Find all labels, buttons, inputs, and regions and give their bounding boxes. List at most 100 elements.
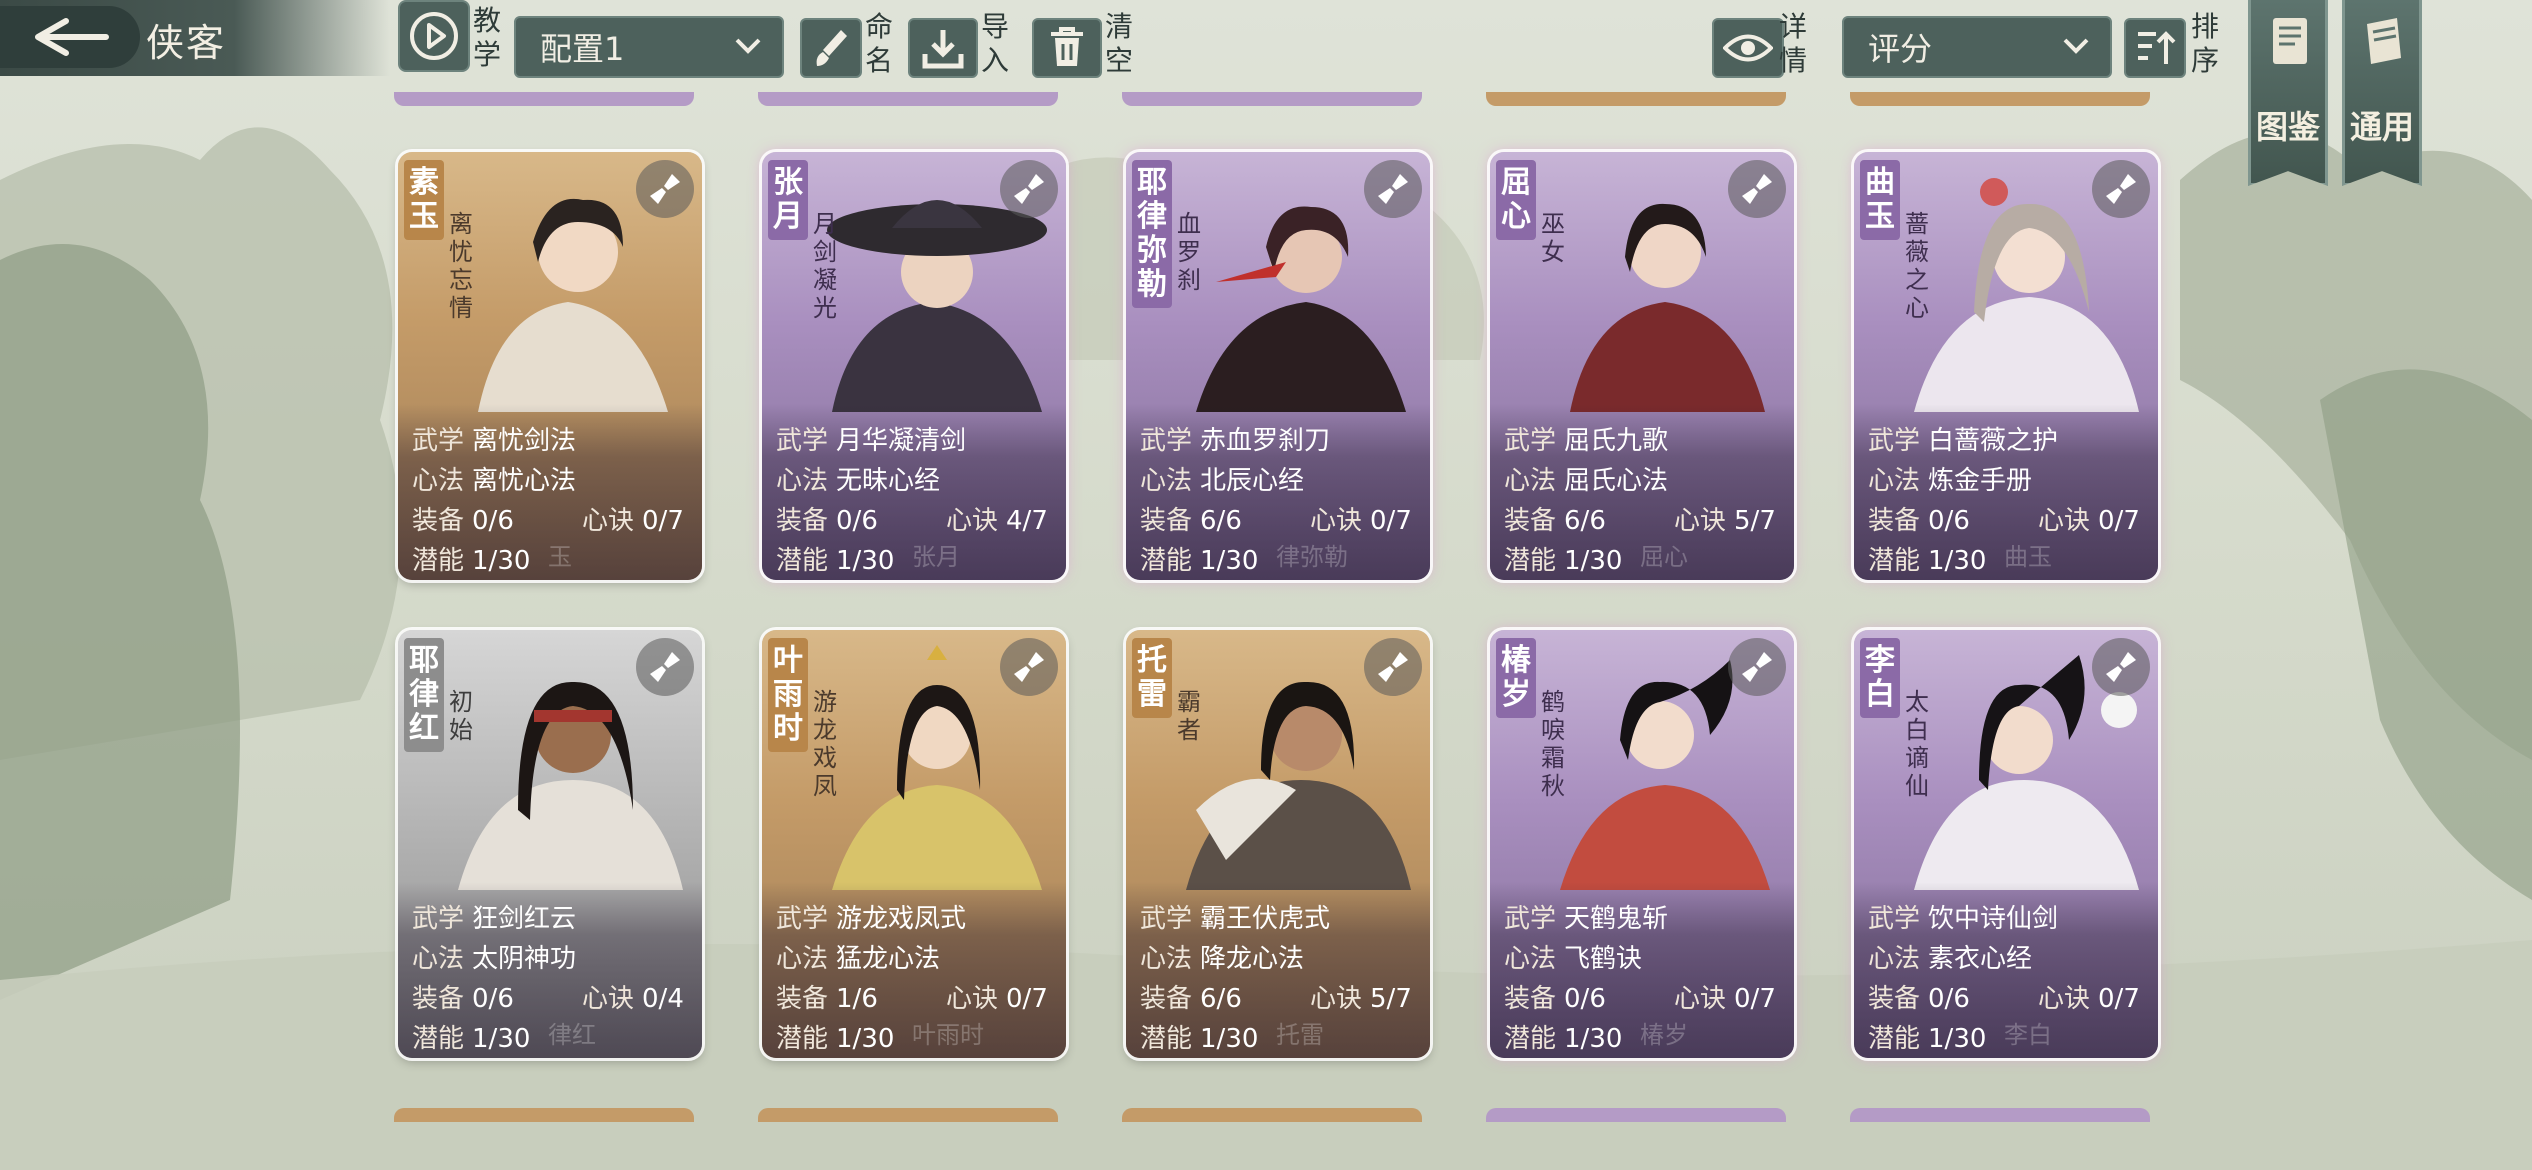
potential-key: 潜能 (412, 1024, 465, 1054)
secret-value: 0/7 (1006, 984, 1048, 1014)
equip-row: 装备 6/6 心诀 0/7 (1140, 500, 1420, 537)
name-watermark: 玉 (548, 543, 572, 571)
equip-value: 0/6 (472, 984, 514, 1014)
name-watermark: 叶雨时 (912, 1021, 984, 1049)
martial-value: 赤血罗刹刀 (1200, 426, 1331, 456)
unequip-button[interactable] (1364, 638, 1422, 696)
general-tab[interactable]: 通用 (2342, 0, 2422, 186)
codex-tab[interactable]: 图鉴 (2248, 0, 2328, 186)
hero-card-6[interactable]: 叶雨时 游龙戏凤 武学 游龙戏凤式 心法 猛龙心法 装备 1/6 心诀 0/7 潜能 1/3… (762, 630, 1066, 1058)
card-peek-top (1122, 92, 1422, 106)
hero-card-0[interactable]: 素玉 离忧忘情 武学 离忧剑法 心法 离忧心法 装备 0/6 心诀 0/7 潜能 1/30 … (398, 152, 702, 580)
secret-value: 0/4 (642, 984, 684, 1014)
equip-row: 装备 0/6 心诀 0/4 (412, 978, 692, 1015)
martial-value: 霸王伏虎式 (1200, 904, 1331, 934)
method-row: 心法 离忧心法 (412, 460, 576, 497)
martial-value: 天鹤鬼斩 (1564, 904, 1669, 934)
hero-card-1[interactable]: 张月 月剑凝光 武学 月华凝清剑 心法 无昧心经 装备 0/6 心诀 4/7 潜能 1/30… (762, 152, 1066, 580)
secret-value: 5/7 (1370, 984, 1412, 1014)
unequip-button[interactable] (636, 638, 694, 696)
rename-label[interactable]: 命名 (862, 10, 896, 78)
hero-card-7[interactable]: 托雷 霸者 武学 霸王伏虎式 心法 降龙心法 装备 6/6 心诀 5/7 潜能 1/30 托… (1126, 630, 1430, 1058)
book-icon (2273, 18, 2307, 64)
tutorial-button[interactable] (398, 0, 470, 72)
hero-card-9[interactable]: 李白 太白谪仙 武学 饮中诗仙剑 心法 素衣心经 装备 0/6 心诀 0/7 潜能 1/30… (1854, 630, 2158, 1058)
unequip-button[interactable] (2092, 160, 2150, 218)
martial-row: 武学 霸王伏虎式 (1140, 898, 1330, 935)
import-label[interactable]: 导入 (978, 10, 1012, 78)
tutorial-label[interactable]: 教学 (470, 4, 504, 72)
potential-value: 1/30 (1928, 546, 1987, 576)
equip-row: 装备 6/6 心诀 5/7 (1140, 978, 1420, 1015)
method-row: 心法 素衣心经 (1868, 938, 2032, 975)
rename-button[interactable] (800, 18, 862, 78)
hero-card-2[interactable]: 耶律弥勒 血罗刹 武学 赤血罗刹刀 心法 北辰心经 装备 6/6 心诀 0/7 潜能 1/3… (1126, 152, 1430, 580)
potential-row: 潜能 1/30 (1504, 1018, 1622, 1055)
scroll-icon (2367, 18, 2401, 64)
potential-value: 1/30 (472, 546, 531, 576)
martial-key: 武学 (1140, 426, 1193, 456)
martial-value: 游龙戏凤式 (836, 904, 967, 934)
unequip-button[interactable] (636, 160, 694, 218)
details-label[interactable]: 详情 (1776, 10, 1810, 78)
method-key: 心法 (1868, 466, 1921, 496)
method-key: 心法 (1504, 944, 1557, 974)
secret-value: 0/7 (2098, 506, 2140, 536)
method-value: 素衣心经 (1928, 944, 2033, 974)
hero-stats: 武学 屈氏九歌 心法 屈氏心法 装备 6/6 心诀 5/7 潜能 1/30 屈心 (1490, 404, 1794, 580)
equip-value: 1/6 (836, 984, 878, 1014)
martial-row: 武学 赤血罗刹刀 (1140, 420, 1330, 457)
method-value: 飞鹤诀 (1564, 944, 1643, 974)
card-peek-bottom (1850, 1108, 2150, 1122)
equip-value: 0/6 (1928, 984, 1970, 1014)
method-value: 炼金手册 (1928, 466, 2033, 496)
hero-card-3[interactable]: 屈心 巫女 武学 屈氏九歌 心法 屈氏心法 装备 6/6 心诀 5/7 潜能 1/30 屈心 (1490, 152, 1794, 580)
martial-value: 离忧剑法 (472, 426, 577, 456)
unequip-button[interactable] (1000, 160, 1058, 218)
hero-stats: 武学 饮中诗仙剑 心法 素衣心经 装备 0/6 心诀 0/7 潜能 1/30 李白 (1854, 882, 2158, 1058)
name-watermark: 椿岁 (1640, 1021, 1688, 1049)
config-select[interactable]: 配置1 (514, 16, 784, 78)
hero-stats: 武学 天鹤鬼斩 心法 飞鹤诀 装备 0/6 心诀 0/7 潜能 1/30 椿岁 (1490, 882, 1794, 1058)
secret-key: 心诀 (946, 506, 999, 536)
hero-card-4[interactable]: 曲玉 蔷薇之心 武学 白蔷薇之护 心法 炼金手册 装备 0/6 心诀 0/7 潜能 1/30… (1854, 152, 2158, 580)
potential-key: 潜能 (776, 546, 829, 576)
martial-key: 武学 (412, 426, 465, 456)
card-peek-bottom (394, 1108, 694, 1122)
sort-order-button[interactable] (2124, 18, 2186, 78)
equip-row: 装备 1/6 心诀 0/7 (776, 978, 1056, 1015)
unequip-button[interactable] (1000, 638, 1058, 696)
potential-row: 潜能 1/30 (1504, 540, 1622, 577)
hero-title: 蔷薇之心 (1905, 210, 1929, 322)
name-watermark: 曲玉 (2004, 543, 2052, 571)
hero-card-5[interactable]: 耶律红 初始 武学 狂剑红云 心法 太阴神功 装备 0/6 心诀 0/4 潜能 1/30 律… (398, 630, 702, 1058)
method-value: 离忧心法 (472, 466, 577, 496)
back-button[interactable] (0, 6, 140, 68)
unequip-button[interactable] (1728, 160, 1786, 218)
unequip-button[interactable] (1364, 160, 1422, 218)
clear-label[interactable]: 清空 (1102, 10, 1136, 78)
equip-key: 装备 (776, 506, 829, 536)
sort-select[interactable]: 评分 (1842, 16, 2112, 78)
sort-label[interactable]: 排序 (2188, 10, 2222, 78)
method-row: 心法 无昧心经 (776, 460, 940, 497)
unequip-button[interactable] (2092, 638, 2150, 696)
method-value: 屈氏心法 (1564, 466, 1669, 496)
broom-icon (1378, 174, 1408, 204)
unequip-button[interactable] (1728, 638, 1786, 696)
clear-button[interactable] (1032, 18, 1102, 78)
hero-name: 张月 (768, 160, 808, 240)
details-button[interactable] (1712, 18, 1784, 78)
card-peek-bottom (758, 1108, 1058, 1122)
secret-value: 0/7 (1370, 506, 1412, 536)
method-key: 心法 (1504, 466, 1557, 496)
import-button[interactable] (908, 18, 978, 78)
hero-card-8[interactable]: 椿岁 鹤唳霜秋 武学 天鹤鬼斩 心法 飞鹤诀 装备 0/6 心诀 0/7 潜能 1/30 椿… (1490, 630, 1794, 1058)
secret-key: 心诀 (2038, 506, 2091, 536)
hero-stats: 武学 月华凝清剑 心法 无昧心经 装备 0/6 心诀 4/7 潜能 1/30 张月 (762, 404, 1066, 580)
method-key: 心法 (1140, 944, 1193, 974)
martial-row: 武学 屈氏九歌 (1504, 420, 1668, 457)
method-row: 心法 北辰心经 (1140, 460, 1304, 497)
name-watermark: 托雷 (1276, 1021, 1324, 1049)
hero-name: 素玉 (404, 160, 444, 240)
